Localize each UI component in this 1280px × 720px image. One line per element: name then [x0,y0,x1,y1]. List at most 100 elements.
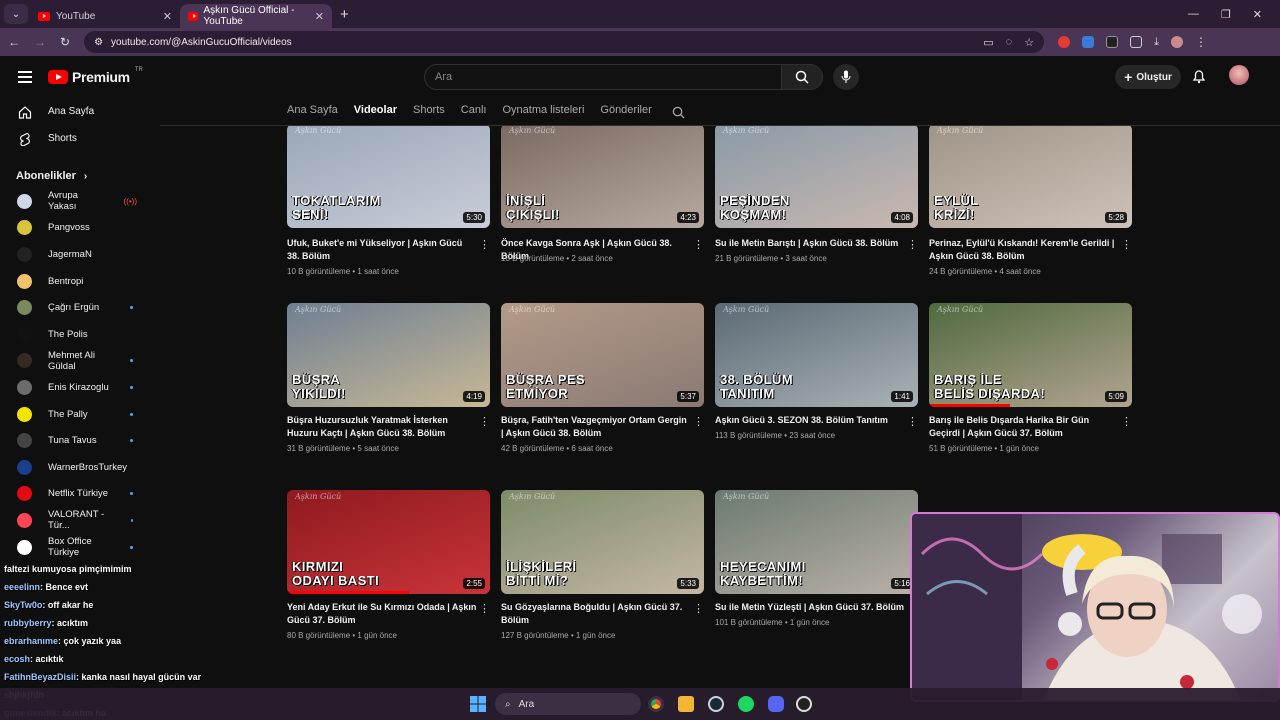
discord-icon[interactable] [768,696,784,712]
create-button[interactable]: + Oluştur [1115,65,1181,89]
video-thumbnail[interactable]: Aşkın Gücü TOKATLARIM SENİ! 5:30 [287,126,490,228]
more-actions-icon[interactable]: ⋮ [479,415,490,428]
video-thumbnail[interactable]: Aşkın Gücü BÜŞRA PES ETMİYOR 5:37 [501,303,704,407]
eye-off-icon[interactable]: ◌ [1006,36,1013,49]
search-button[interactable] [781,64,823,90]
channel-tab[interactable]: Ana Sayfa [287,104,338,116]
bookmark-star-icon[interactable]: ☆ [1024,36,1034,49]
subscriptions-header[interactable]: Abonelikler › [0,152,155,188]
video-thumbnail[interactable]: Aşkın Gücü PEŞİNDEN KOŞMAM! 4:08 [715,126,918,228]
file-explorer-icon[interactable] [678,696,694,712]
video-title[interactable]: Su ile Metin Barıştı | Aşkın Gücü 38. Bö… [715,237,905,250]
sidebar-item-home[interactable]: Ana Sayfa [0,98,155,125]
video-thumbnail[interactable]: Aşkın Gücü BARIŞ İLE BELİS DIŞARDA! 5:09 [929,303,1132,407]
obs-icon[interactable] [796,696,812,712]
extension-audio-icon[interactable] [1082,36,1095,48]
extensions-puzzle-icon[interactable] [1130,36,1143,48]
video-metadata: 13 B görüntüleme • 2 saat önce [501,254,613,263]
video-title[interactable]: Ufuk, Buket'e mi Yükseliyor | Aşkın Gücü… [287,237,477,263]
extension-block-icon[interactable] [1106,36,1119,48]
channel-tab[interactable]: Oynatma listeleri [502,104,584,116]
address-bar[interactable]: ⚙ youtube.com/@AskinGucuOfficial/videos … [84,31,1045,53]
thumbnail-overlay-text: HEYECANIMI KAYBETTİM! [720,559,806,588]
subscription-item[interactable]: Box Office Türkiye [0,534,155,561]
close-tab-icon[interactable]: ✕ [315,10,324,23]
video-thumbnail[interactable]: Aşkın Gücü 38. BÖLÜM TANITIM 1:41 [715,303,918,407]
tab-search-button[interactable]: ⌄ [4,4,28,24]
subscription-item[interactable]: WarnerBrosTurkey [0,454,155,481]
channel-tab[interactable]: Shorts [413,104,445,116]
video-title[interactable]: Barış ile Belis Dışarda Harika Bir Gün G… [929,414,1119,440]
subscription-item[interactable]: Pangvoss [0,215,155,242]
spotify-icon[interactable] [738,696,754,712]
subscription-item[interactable]: The Pally [0,401,155,428]
channel-search-icon[interactable] [672,106,685,119]
more-actions-icon[interactable]: ⋮ [1121,415,1132,428]
video-thumbnail[interactable]: Aşkın Gücü İNİŞLİ ÇIKIŞLI! 4:23 [501,126,704,228]
more-actions-icon[interactable]: ⋮ [479,238,490,251]
video-title[interactable]: Büşra, Fatih'ten Vazgeçmiyor Ortam Gergi… [501,414,691,440]
browser-tab-channel[interactable]: Aşkın Gücü Official - YouTube ✕ [180,4,332,28]
sidebar-item-shorts[interactable]: Shorts [0,125,155,152]
video-title[interactable]: Büşra Huzursuzluk Yaratmak İsterken Huzu… [287,414,477,440]
chat-text: : Bence evt [40,582,89,592]
thumbnail-overlay-text: PEŞİNDEN KOŞMAM! [720,193,790,222]
subscription-item[interactable]: Netflix Türkiye [0,481,155,508]
video-title[interactable]: Su ile Metin Yüzleşti | Aşkın Gücü 37. B… [715,601,905,614]
new-tab-button[interactable]: + [340,6,349,23]
voice-search-button[interactable] [833,64,859,90]
video-title[interactable]: Perinaz, Eylül'ü Kıskandı! Kerem'le Geri… [929,237,1119,263]
browser-tab-youtube[interactable]: YouTube ✕ [30,4,180,28]
site-info-icon[interactable]: ⚙ [94,37,103,48]
more-actions-icon[interactable]: ⋮ [1121,238,1132,251]
video-thumbnail[interactable]: Aşkın Gücü KIRMIZI ODAYI BASTI 2:55 [287,490,490,594]
youtube-premium-logo[interactable]: Premium TR [48,67,143,85]
subscription-item[interactable]: Tuna Tavus [0,427,155,454]
subscription-item[interactable]: JagermaN [0,241,155,268]
more-actions-icon[interactable]: ⋮ [693,415,704,428]
menu-icon[interactable] [18,71,32,83]
maximize-button[interactable]: ❐ [1221,8,1231,21]
subscription-item[interactable]: The Polis [0,321,155,348]
notifications-bell-icon[interactable] [1192,68,1206,84]
more-actions-icon[interactable]: ⋮ [907,238,918,251]
more-actions-icon[interactable]: ⋮ [693,238,704,251]
subscription-item[interactable]: Enis Kirazoglu [0,374,155,401]
channel-tab[interactable]: Gönderiler [600,104,651,116]
windows-start-icon[interactable] [470,696,486,712]
channel-tab[interactable]: Videolar [354,104,397,116]
browser-profile-avatar[interactable] [1170,36,1183,48]
search-input[interactable]: Ara [424,64,782,90]
close-tab-icon[interactable]: ✕ [163,10,172,23]
subscription-item[interactable]: Avrupa Yakası ((•)) [0,188,155,215]
channel-avatar [17,300,32,316]
subscription-item[interactable]: VALORANT - Tür... [0,507,155,534]
video-thumbnail[interactable]: Aşkın Gücü HEYECANIMI KAYBETTİM! 5:16 [715,490,918,594]
forward-icon[interactable]: → [34,35,46,49]
close-window-button[interactable]: ✕ [1253,8,1262,21]
video-thumbnail[interactable]: Aşkın Gücü EYLÜL KRİZİ! 5:28 [929,126,1132,228]
video-thumbnail[interactable]: Aşkın Gücü İLİŞKİLERİ BİTTİ Mİ? 5:33 [501,490,704,594]
cast-icon[interactable]: ▭ [983,36,993,49]
steam-icon[interactable] [708,696,724,712]
subscription-item[interactable]: Mehmet Ali Güldal [0,348,155,375]
more-actions-icon[interactable]: ⋮ [693,602,704,615]
subscription-item[interactable]: Çağrı Ergün [0,294,155,321]
video-title[interactable]: Aşkın Gücü 3. SEZON 38. Bölüm Tanıtım [715,414,905,427]
browser-menu-icon[interactable]: ⋮ [1195,35,1207,49]
video-thumbnail[interactable]: Aşkın Gücü BÜŞRA YIKILDI! 4:19 [287,303,490,407]
channel-tab[interactable]: Canlı [461,104,487,116]
subscription-item[interactable]: Bentropi [0,268,155,295]
extension-red-icon[interactable] [1058,36,1071,48]
video-title[interactable]: Yeni Aday Erkut ile Su Kırmızı Odada | A… [287,601,477,627]
minimize-button[interactable]: — [1188,8,1199,21]
profile-avatar[interactable] [1229,65,1249,85]
back-icon[interactable]: ← [8,35,20,49]
taskbar-search[interactable]: ⌕ Ara [495,693,641,715]
chrome-icon[interactable] [648,696,664,712]
reload-icon[interactable]: ↻ [60,35,70,49]
more-actions-icon[interactable]: ⋮ [907,415,918,428]
video-title[interactable]: Su Gözyaşlarına Boğuldu | Aşkın Gücü 37.… [501,601,691,627]
download-icon[interactable]: ⤓ [1154,36,1159,49]
more-actions-icon[interactable]: ⋮ [479,602,490,615]
